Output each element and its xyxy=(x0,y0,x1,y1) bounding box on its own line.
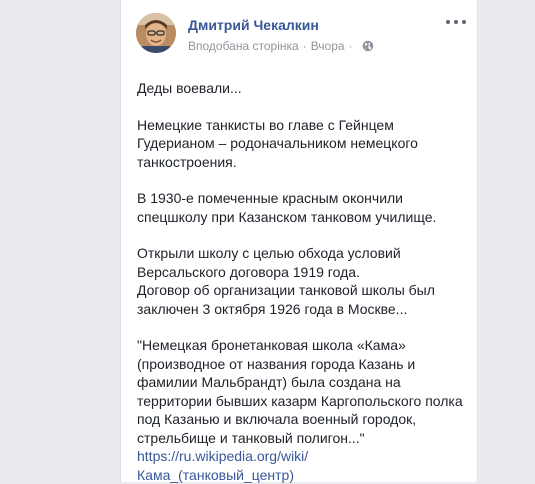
page-subtitle[interactable]: Вподобана сторінка xyxy=(188,39,299,53)
post-paragraph: "Немецкая бронетанковая школа «Кама» (пр… xyxy=(137,337,463,446)
post-time[interactable]: Вчора xyxy=(311,39,345,53)
avatar-image xyxy=(136,13,176,53)
wikipedia-link[interactable]: https://ru.wikipedia.org/wiki/ Кама_(тан… xyxy=(137,448,308,483)
globe-icon[interactable] xyxy=(362,40,374,52)
more-dot xyxy=(454,20,458,24)
post-paragraph: Деды воевали... xyxy=(137,80,242,96)
post-paragraph: Немецкие танкисты во главе с Гейнцем Гуд… xyxy=(137,116,418,170)
post-body: Деды воевали... Немецкие танкисты во гла… xyxy=(137,79,467,484)
meta-separator-2: · xyxy=(348,39,353,53)
avatar[interactable] xyxy=(136,13,176,53)
post-paragraph: В 1930-е помеченные красным окончили спе… xyxy=(137,190,437,225)
more-options-icon[interactable] xyxy=(446,15,466,29)
more-dot xyxy=(462,20,466,24)
post-header: Дмитрий Чекалкин Вподобана сторінка · Вч… xyxy=(136,13,466,57)
meta-separator: · xyxy=(302,39,307,53)
post-card: Дмитрий Чекалкин Вподобана сторінка · Вч… xyxy=(120,0,478,484)
post-paragraph: Открыли школу с целью обхода условий Вер… xyxy=(137,245,435,317)
author-name[interactable]: Дмитрий Чекалкин xyxy=(188,17,319,33)
post-meta: Вподобана сторінка · Вчора · xyxy=(188,39,374,53)
more-dot xyxy=(446,20,450,24)
